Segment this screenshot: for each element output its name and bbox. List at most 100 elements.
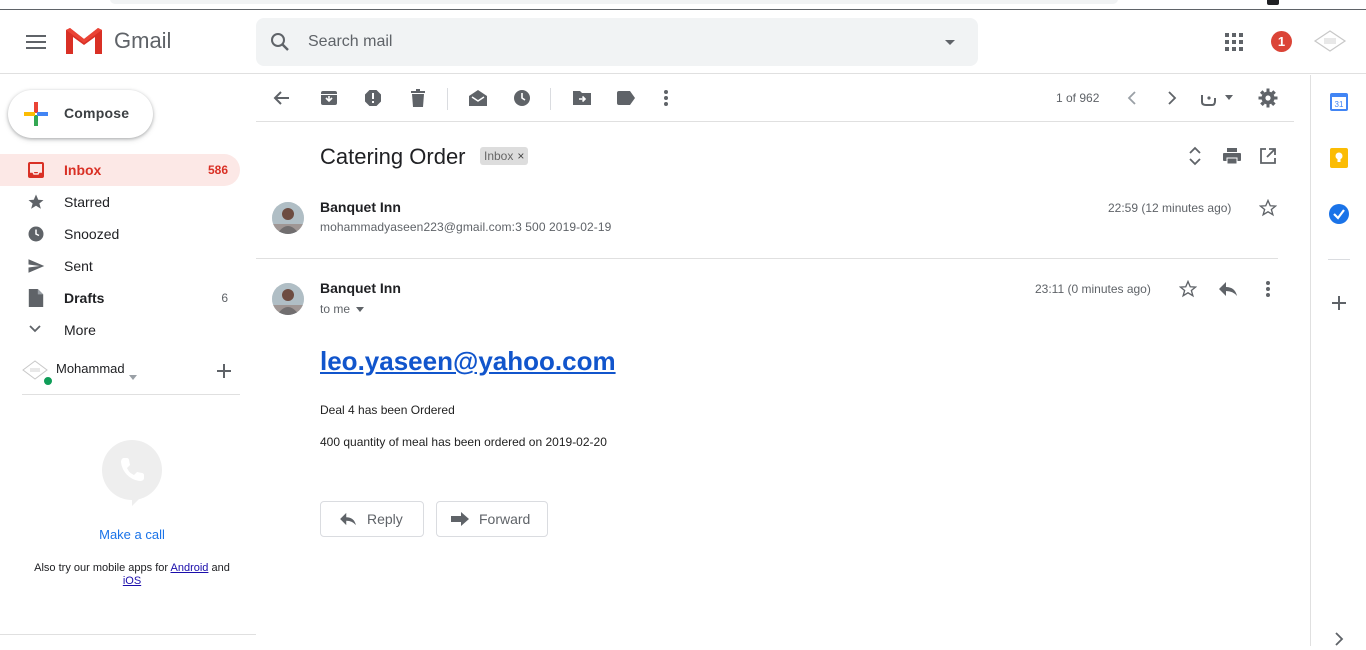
show-side-panel-chevron-icon[interactable] — [1328, 628, 1350, 650]
make-a-call-link[interactable]: Make a call — [0, 527, 264, 542]
sidebar-item-label: Starred — [64, 194, 110, 210]
sidebar-divider — [22, 394, 240, 395]
draft-icon — [26, 288, 46, 308]
svg-text:31: 31 — [1335, 100, 1344, 109]
remove-label-icon[interactable]: × — [517, 149, 524, 163]
browser-indicator — [1267, 0, 1279, 5]
reply-icon — [339, 512, 357, 526]
delete-icon[interactable] — [406, 86, 430, 110]
sidebar-item-inbox[interactable]: Inbox 586 — [0, 154, 240, 186]
email-subject: Catering Order — [320, 144, 466, 169]
calendar-icon[interactable]: 31 — [1328, 91, 1350, 113]
inbox-label-chip[interactable]: Inbox × — [480, 147, 529, 165]
caret-down-icon[interactable] — [129, 367, 137, 385]
sidebar-item-label: Sent — [64, 258, 93, 274]
keep-icon[interactable] — [1328, 147, 1350, 169]
newer-chevron-icon[interactable] — [1120, 86, 1144, 110]
browser-bar — [110, 0, 1118, 4]
pagination-count: 1 of 962 — [1056, 91, 1100, 105]
sidebar-item-label: Snoozed — [64, 226, 120, 242]
forward-label: Forward — [479, 511, 531, 527]
search-icon[interactable] — [268, 30, 292, 59]
mobile-apps-promo: Also try our mobile apps for Android and… — [22, 562, 242, 588]
back-arrow-icon[interactable] — [270, 86, 294, 110]
app-name: Gmail — [114, 28, 172, 53]
main-menu-button[interactable] — [16, 22, 56, 62]
sidebar-item-snoozed[interactable]: Snoozed — [0, 218, 240, 250]
open-in-new-window-icon[interactable] — [1258, 146, 1278, 166]
online-status-dot — [43, 376, 53, 386]
more-options-icon[interactable] — [654, 86, 678, 110]
hangouts-user[interactable]: Mohammad — [22, 356, 240, 392]
expand-all-icon[interactable] — [1185, 146, 1205, 166]
toolbar-separator — [447, 88, 448, 110]
sidebar-item-sent[interactable]: Sent — [0, 250, 240, 282]
gmail-logo[interactable]: Gmail — [64, 26, 171, 56]
folder-nav: Inbox 586 Starred Snoozed Sent Drafts 6 … — [0, 154, 240, 346]
label-icon[interactable] — [614, 86, 638, 110]
mark-unread-icon[interactable] — [466, 86, 490, 110]
message-sender: Banquet Inn — [320, 199, 401, 215]
mobile-apps-text: Also try our mobile apps for — [34, 562, 169, 574]
reply-button[interactable]: Reply — [320, 501, 424, 537]
settings-gear-icon[interactable] — [1256, 86, 1280, 110]
sender-avatar[interactable] — [272, 283, 304, 315]
body-line: 400 quantity of meal has been ordered on… — [320, 435, 607, 449]
toolbar-separator — [550, 88, 551, 110]
older-chevron-icon[interactable] — [1160, 86, 1184, 110]
move-to-icon[interactable] — [570, 86, 594, 110]
compose-button[interactable]: Compose — [8, 90, 153, 138]
recipient-text: to me — [320, 302, 351, 316]
input-tools-icon[interactable] — [1196, 86, 1236, 110]
notification-badge[interactable]: 1 — [1271, 31, 1292, 52]
sidebar-item-starred[interactable]: Starred — [0, 186, 240, 218]
add-addon-icon[interactable] — [1328, 292, 1350, 314]
sidebar-item-more[interactable]: More — [0, 314, 240, 346]
email-body-link[interactable]: leo.yaseen@yahoo.com — [320, 346, 616, 377]
rail-divider — [1328, 259, 1350, 260]
sidebar-item-label: More — [64, 322, 96, 338]
message-time: 23:11 (0 minutes ago) — [1035, 282, 1151, 296]
caret-down-icon[interactable] — [356, 306, 365, 312]
snooze-icon[interactable] — [510, 86, 534, 110]
browser-top-strip — [0, 0, 1366, 10]
sender-avatar[interactable] — [272, 202, 304, 234]
archive-icon[interactable] — [317, 86, 341, 110]
message-toolbar: 1 of 962 — [256, 75, 1294, 122]
new-conversation-icon[interactable] — [215, 362, 233, 385]
search-bar[interactable] — [256, 18, 978, 66]
search-input[interactable] — [308, 30, 908, 54]
send-icon — [26, 256, 46, 276]
android-link[interactable]: Android — [171, 562, 209, 574]
account-avatar[interactable] — [1313, 28, 1347, 54]
inbox-icon — [26, 160, 46, 180]
mobile-apps-and: and — [211, 562, 230, 574]
body-line: Deal 4 has been Ordered — [320, 403, 455, 417]
message-more-icon[interactable] — [1258, 279, 1278, 299]
inbox-count: 586 — [207, 163, 228, 177]
star-icon[interactable] — [1258, 198, 1278, 218]
sidebar: Compose Inbox 586 Starred Snoozed Sent D… — [0, 75, 256, 646]
sidebar-item-drafts[interactable]: Drafts 6 — [0, 282, 240, 314]
forward-button[interactable]: Forward — [436, 501, 548, 537]
message-snippet[interactable]: mohammadyaseen223@gmail.com:3 500 2019-0… — [320, 220, 611, 234]
recipient-details[interactable]: to me — [320, 302, 365, 316]
app-header: Gmail 1 — [0, 10, 1366, 74]
compose-plus-icon — [24, 102, 48, 131]
reply-label: Reply — [367, 511, 403, 527]
report-spam-icon[interactable] — [361, 86, 385, 110]
drafts-count: 6 — [221, 291, 228, 305]
side-panel-rail: 31 — [1310, 75, 1366, 646]
hangouts-username: Mohammad — [56, 361, 125, 376]
apps-grid-icon[interactable] — [1222, 30, 1246, 59]
tasks-icon[interactable] — [1328, 203, 1350, 225]
star-icon[interactable] — [1178, 279, 1198, 299]
message-time: 22:59 (12 minutes ago) — [1108, 201, 1232, 215]
search-options-icon[interactable] — [938, 30, 962, 59]
reply-icon[interactable] — [1218, 279, 1238, 299]
print-icon[interactable] — [1222, 146, 1242, 166]
ios-link[interactable]: iOS — [123, 575, 141, 587]
chevron-down-icon — [28, 322, 42, 341]
forward-icon — [451, 512, 469, 526]
message-sender: Banquet Inn — [320, 280, 401, 296]
